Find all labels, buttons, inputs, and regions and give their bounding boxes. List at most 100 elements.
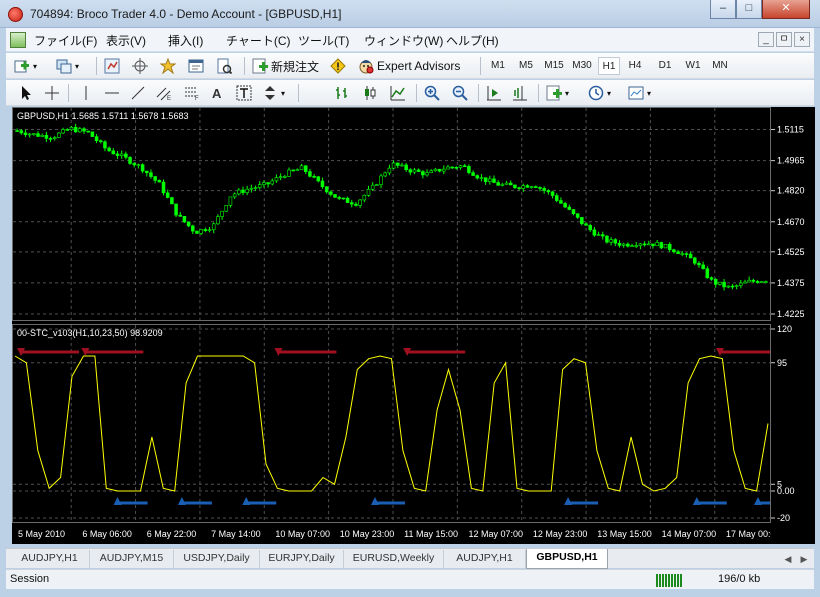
expert-advisors-button[interactable]: Expert Advisors (358, 57, 460, 75)
navigator-button[interactable] (159, 57, 177, 75)
price-candle-body (504, 182, 509, 185)
profiles-button[interactable]: ▾ (56, 57, 79, 75)
data-window-button[interactable] (132, 57, 148, 75)
price-candle-body (592, 229, 597, 236)
menu-chart[interactable]: チャート(C) (226, 32, 291, 49)
time-axis-label: 10 May 23:00 (340, 529, 395, 539)
timeframe-m30[interactable]: M30 (568, 57, 596, 75)
price-candle-body (571, 209, 576, 214)
bar-chart-icon (334, 85, 350, 101)
stc-axis-label: 120 (777, 324, 792, 334)
indicators-button[interactable]: ▾ (546, 84, 569, 102)
close-button[interactable]: ✕ (762, 0, 810, 19)
candlestick-chart-button[interactable] (362, 84, 378, 102)
menu-help[interactable]: ヘルプ(H) (446, 32, 499, 49)
price-candle-body (249, 187, 254, 190)
price-pane[interactable]: GBPUSD,H1 1.5685 1.5711 1.5678 1.5683 (12, 107, 780, 321)
terminal-button[interactable] (188, 57, 204, 75)
price-candle-body (550, 191, 555, 196)
doc-close-button[interactable]: × (794, 32, 810, 47)
zoom-in-button[interactable] (424, 84, 440, 102)
price-candle-body (337, 197, 341, 199)
arrows-tool[interactable]: ▾ (262, 84, 285, 102)
zoom-out-button[interactable] (452, 84, 468, 102)
bar-chart-button[interactable] (334, 84, 350, 102)
doc-minimize-button[interactable]: _ (758, 32, 774, 47)
menu-tools[interactable]: ツール(T) (298, 32, 349, 49)
price-candle-body (621, 243, 626, 246)
horizontal-line-tool[interactable] (104, 84, 120, 102)
price-candle-body (730, 285, 735, 288)
timeframe-mn[interactable]: MN (708, 57, 732, 75)
strategy-tester-button[interactable] (216, 57, 233, 75)
tab-gbpusd-h1[interactable]: GBPUSD,H1 (526, 549, 608, 569)
price-candle-body (199, 229, 203, 234)
buy-signal-marker (242, 497, 277, 505)
price-candle-body (446, 166, 450, 170)
line-chart-button[interactable] (390, 84, 406, 102)
price-candle-body (128, 156, 132, 164)
timeframe-m1[interactable]: M1 (486, 57, 510, 75)
timeframe-h1[interactable]: H1 (598, 57, 620, 75)
price-candle-body (475, 175, 480, 179)
doc-restore-button[interactable]: ㅁ (776, 32, 792, 47)
price-candle-body (429, 170, 434, 174)
cursor-tool[interactable] (18, 84, 34, 102)
price-candle-body (713, 278, 718, 285)
price-candle-body (345, 197, 350, 203)
tab-audjpy-h1[interactable]: AUDJPY,H1 (10, 550, 90, 568)
text-label-icon (236, 85, 252, 101)
price-candle-body (425, 172, 429, 176)
chart-shift-button[interactable] (512, 84, 528, 102)
timeframe-m15[interactable]: M15 (540, 57, 568, 75)
price-candle-body (450, 166, 454, 169)
toolbar-separator (298, 84, 299, 102)
stc-chart-svg (13, 325, 788, 522)
equidistant-channel-tool[interactable]: E (156, 84, 172, 102)
periods-button[interactable]: ▾ (588, 84, 611, 102)
sell-signal-marker (403, 348, 466, 356)
sell-signal-marker (81, 348, 144, 356)
price-candle-body (241, 189, 245, 193)
buy-signal-marker (370, 497, 405, 505)
timeframe-w1[interactable]: W1 (682, 57, 704, 75)
auto-scroll-button[interactable] (486, 84, 502, 102)
tab-audjpy-m15[interactable]: AUDJPY,M15 (90, 550, 174, 568)
menu-bar: ファイル(F) 表示(V) 挿入(I) チャート(C) ツール(T) ウィンドウ… (6, 28, 814, 52)
menu-file[interactable]: ファイル(F) (34, 32, 97, 49)
timeframe-h4[interactable]: H4 (624, 57, 646, 75)
new-chart-button[interactable]: ▾ (14, 57, 37, 75)
alert-button[interactable] (330, 57, 346, 75)
timeframe-m5[interactable]: M5 (514, 57, 538, 75)
market-watch-button[interactable] (104, 57, 120, 75)
menu-view[interactable]: 表示(V) (106, 32, 146, 49)
price-candle-body (680, 253, 685, 255)
menu-window[interactable]: ウィンドウ(W) (364, 32, 443, 49)
crosshair-tool[interactable] (44, 84, 60, 102)
tab-audjpy-h1-second[interactable]: AUDJPY,H1 (444, 550, 526, 568)
trendline-tool[interactable] (130, 84, 146, 102)
document-icon[interactable] (10, 32, 26, 48)
tab-usdjpy-daily[interactable]: USDJPY,Daily (174, 550, 260, 568)
indicator-pane[interactable]: 00-STC_v103(H1,10,23,50) 98.9209 (12, 324, 788, 523)
menu-insert[interactable]: 挿入(I) (168, 32, 203, 49)
tab-scroll-left-icon[interactable]: ◀ (782, 553, 794, 565)
time-axis-label: 6 May 06:00 (82, 529, 132, 539)
maximize-button[interactable]: □ (736, 0, 762, 19)
new-order-button[interactable]: 新規注文 (252, 57, 319, 75)
tab-scroll-right-icon[interactable]: ▶ (798, 553, 810, 565)
minimize-button[interactable]: – (710, 0, 736, 19)
stc-axis-label: 95 (777, 358, 787, 368)
buy-arrow-icon (370, 497, 379, 505)
tab-eurjpy-daily[interactable]: EURJPY,Daily (260, 550, 344, 568)
text-tool[interactable]: A (212, 84, 221, 102)
price-candle-body (726, 285, 731, 288)
vertical-line-tool[interactable] (78, 84, 94, 102)
price-candle-body (266, 182, 270, 185)
fibonacci-tool[interactable]: F (184, 84, 200, 102)
tab-eurusd-weekly[interactable]: EURUSD,Weekly (344, 550, 444, 568)
timeframe-d1[interactable]: D1 (654, 57, 676, 75)
text-label-tool[interactable] (236, 84, 252, 102)
chart-window[interactable]: GBPUSD,H1 1.5685 1.5711 1.5678 1.5683 00… (12, 107, 788, 544)
templates-button[interactable]: ▾ (628, 84, 651, 102)
